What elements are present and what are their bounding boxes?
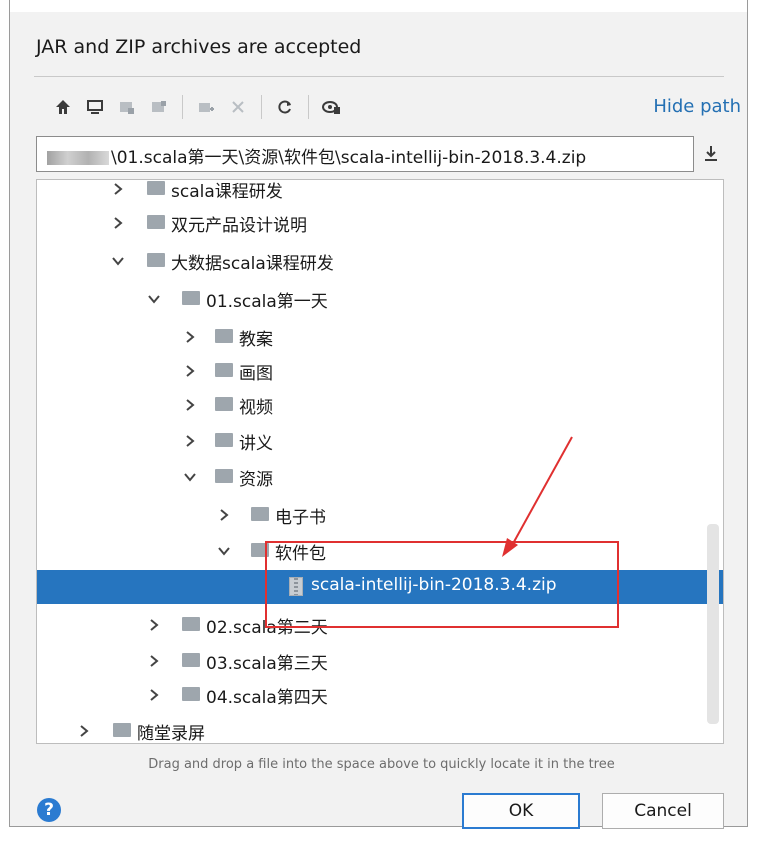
drag-drop-hint: Drag and drop a file into the space abov… [148,757,615,772]
ok-button[interactable]: OK [462,793,580,829]
cancel-button[interactable]: Cancel [602,793,724,829]
annotation-arrow [502,436,573,557]
help-icon[interactable]: ? [37,798,61,822]
